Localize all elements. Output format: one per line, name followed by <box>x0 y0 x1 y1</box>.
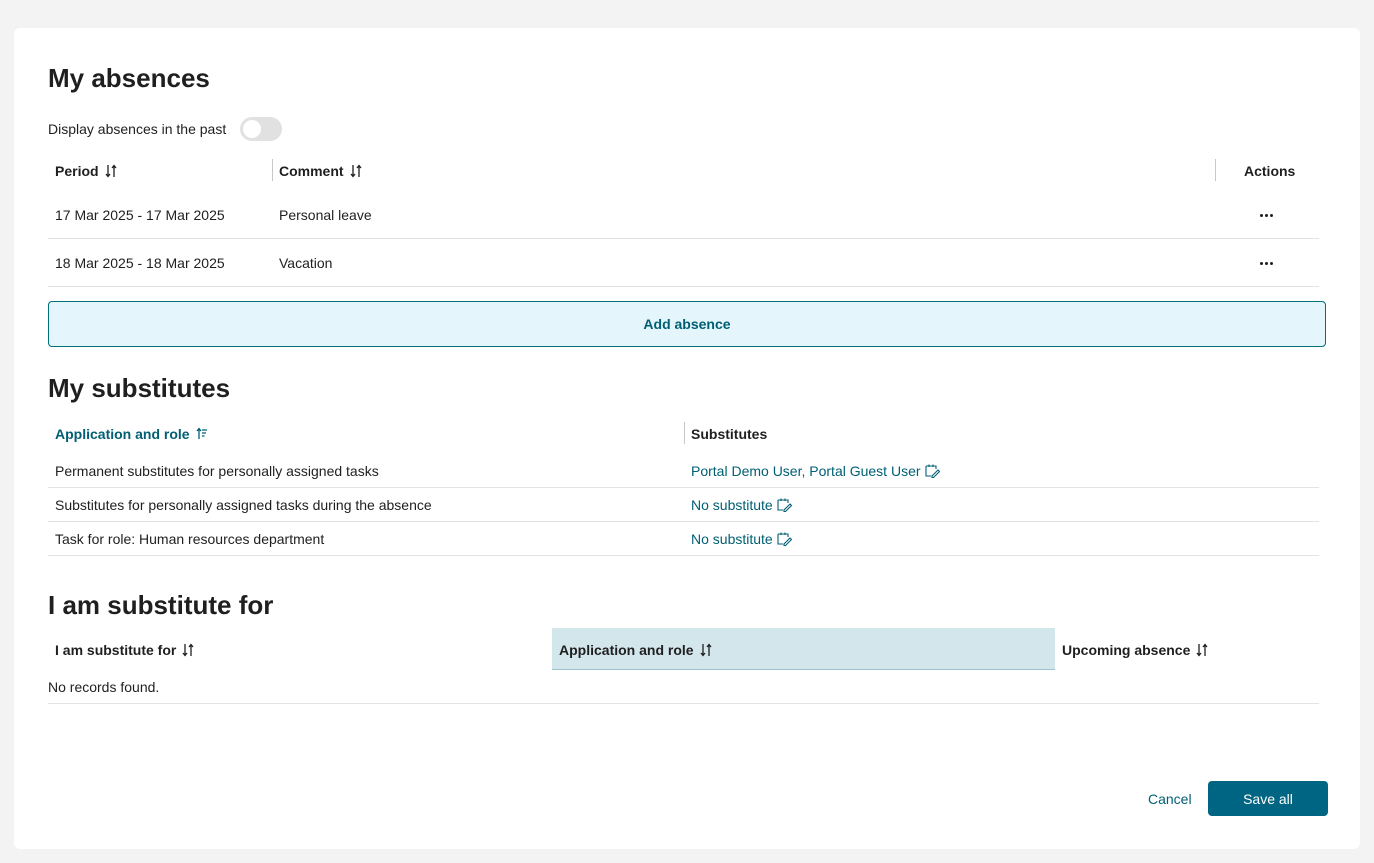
more-horizontal-icon[interactable] <box>1256 207 1276 223</box>
sort-arrows-icon <box>1196 643 1208 657</box>
substitute-app-role: Permanent substitutes for personally ass… <box>55 463 379 479</box>
column-header-app-role[interactable]: Application and role <box>559 640 712 660</box>
row-divider <box>48 238 1319 239</box>
more-horizontal-icon[interactable] <box>1256 255 1276 271</box>
column-header-person[interactable]: I am substitute for <box>55 640 194 660</box>
past-absences-toggle[interactable] <box>240 117 283 141</box>
sort-arrows-icon <box>182 643 194 657</box>
edit-substitute-icon <box>924 464 940 479</box>
row-divider <box>48 703 1319 704</box>
toggle-knob <box>243 120 262 138</box>
absence-comment: Personal leave <box>279 207 372 223</box>
column-divider <box>684 422 685 444</box>
row-divider <box>48 521 1319 522</box>
content-card <box>14 28 1360 849</box>
row-divider <box>48 487 1319 488</box>
edit-substitute-icon <box>777 532 792 547</box>
past-absences-toggle-label: Display absences in the past <box>48 121 227 137</box>
substitute-names: Portal Demo User, Portal Guest User <box>691 463 921 479</box>
absence-period: 18 Mar 2025 - 18 Mar 2025 <box>55 255 225 271</box>
column-header-comment-label: Comment <box>279 163 344 179</box>
empty-state-text: No records found. <box>48 679 160 695</box>
column-header-person-label: I am substitute for <box>55 642 177 658</box>
column-header-comment[interactable]: Comment <box>279 161 362 181</box>
column-divider <box>1215 159 1216 181</box>
substitute-for-title: I am substitute for <box>48 590 274 620</box>
edit-substitutes-link[interactable]: Portal Demo User, Portal Guest User <box>691 461 940 481</box>
past-absences-toggle-row: Display absences in the past <box>48 117 283 141</box>
row-divider <box>48 555 1319 556</box>
absences-title: My absences <box>48 63 210 93</box>
column-header-app-role-label: Application and role <box>559 642 694 658</box>
sort-ascending-icon <box>196 427 207 439</box>
sort-arrows-icon <box>700 643 712 657</box>
column-header-substitutes: Substitutes <box>691 426 768 442</box>
row-divider <box>48 286 1319 287</box>
substitute-app-role: Substitutes for personally assigned task… <box>55 497 432 513</box>
substitute-names: No substitute <box>691 531 773 547</box>
sort-arrows-icon <box>350 164 362 178</box>
column-header-upcoming-label: Upcoming absence <box>1062 642 1191 658</box>
edit-substitutes-link[interactable]: No substitute <box>691 495 792 515</box>
column-divider <box>272 159 273 181</box>
column-header-period[interactable]: Period <box>55 161 117 181</box>
column-header-period-label: Period <box>55 163 99 179</box>
substitutes-title: My substitutes <box>48 373 231 403</box>
add-absence-button[interactable]: Add absence <box>48 301 1326 347</box>
substitute-names: No substitute <box>691 497 773 513</box>
column-header-actions: Actions <box>1244 163 1296 179</box>
edit-substitute-icon <box>777 498 792 513</box>
sort-arrows-icon <box>105 164 117 178</box>
save-all-button[interactable]: Save all <box>1208 781 1328 816</box>
absence-period: 17 Mar 2025 - 17 Mar 2025 <box>55 207 225 223</box>
absence-comment: Vacation <box>279 255 333 271</box>
column-header-upcoming-absence[interactable]: Upcoming absence <box>1062 640 1208 660</box>
edit-substitutes-link[interactable]: No substitute <box>691 529 792 549</box>
substitute-app-role: Task for role: Human resources departmen… <box>55 531 325 547</box>
column-header-app-role-label: Application and role <box>55 426 190 442</box>
cancel-button[interactable]: Cancel <box>1148 789 1192 809</box>
column-header-app-role[interactable]: Application and role <box>55 424 208 444</box>
